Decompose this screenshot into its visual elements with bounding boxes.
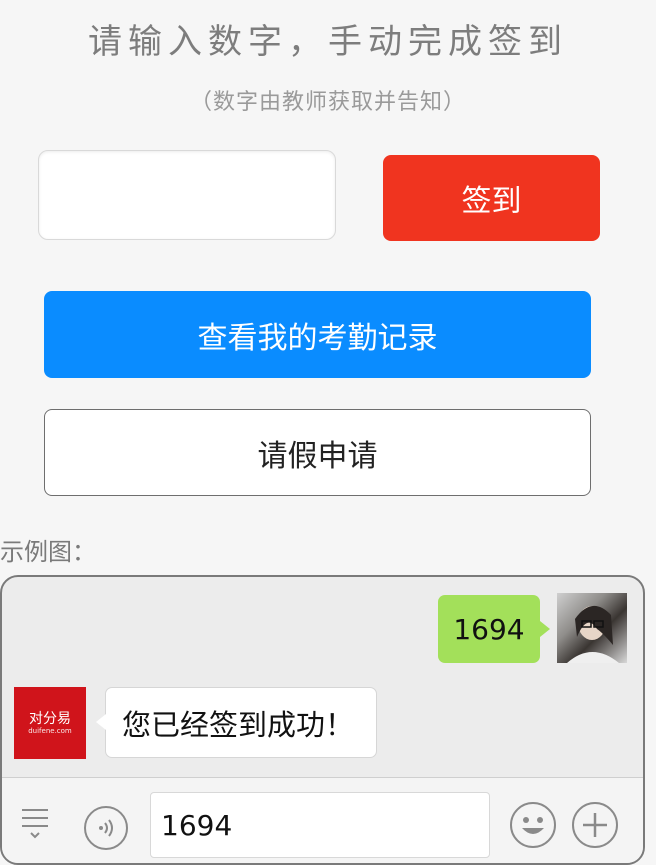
menu-icon <box>20 806 50 840</box>
leave-request-button[interactable]: 请假申请 <box>44 409 591 496</box>
reply-message-bubble: 您已经签到成功！ <box>96 687 377 758</box>
plus-icon <box>572 802 618 848</box>
view-attendance-records-button[interactable]: 查看我的考勤记录 <box>44 291 591 378</box>
signin-button[interactable]: 签到 <box>383 155 600 241</box>
page-subtitle: （数字由教师获取并告知） <box>189 90 466 115</box>
emoji-icon <box>510 802 556 848</box>
example-label: 示例图： <box>0 538 96 566</box>
example-chat-image: 1694 对分易 duifene.com 您已经签到成功！ 1694 <box>0 575 645 865</box>
bot-logo-subtext: duifene.com <box>28 726 72 735</box>
bot-logo-text: 对分易 <box>29 710 71 727</box>
sent-message-bubble: 1694 <box>438 595 550 663</box>
signin-code-input[interactable] <box>38 150 336 240</box>
chat-input-bar: 1694 <box>2 777 643 863</box>
chat-message-input: 1694 <box>150 792 490 858</box>
voice-icon <box>84 806 128 850</box>
user-avatar <box>557 593 627 663</box>
bot-avatar: 对分易 duifene.com <box>14 687 86 759</box>
page-title: 请输入数字，手动完成签到 <box>88 22 568 62</box>
